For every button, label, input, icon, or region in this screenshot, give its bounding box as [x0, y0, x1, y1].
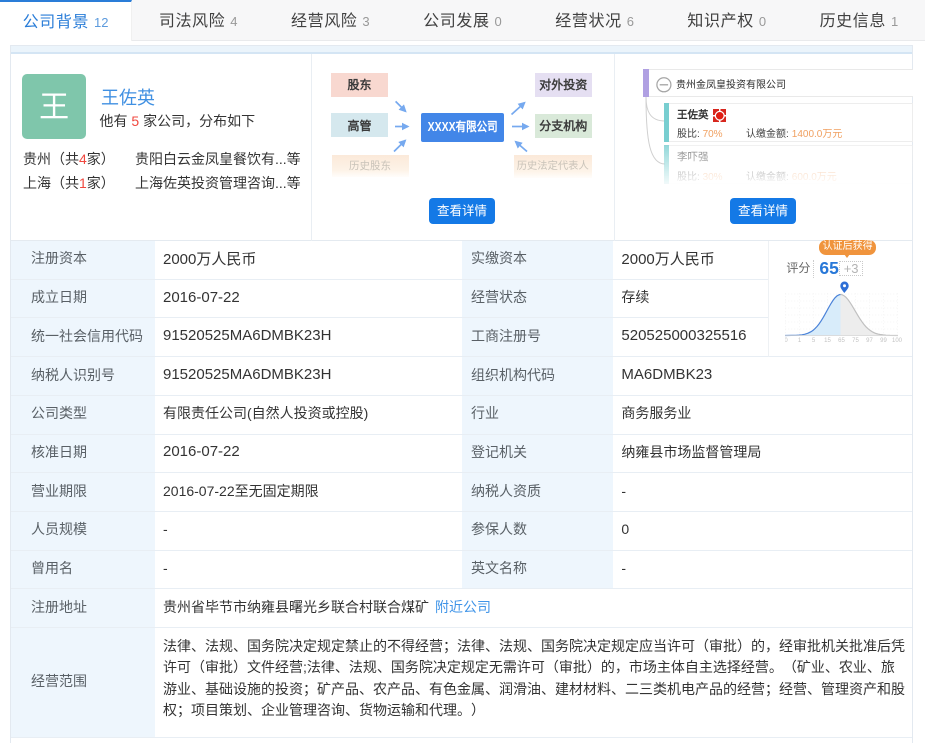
- svg-text:1: 1: [798, 338, 802, 344]
- svg-text:100: 100: [892, 338, 903, 344]
- svg-text:99: 99: [881, 338, 888, 344]
- svg-text:5: 5: [812, 338, 816, 344]
- svg-text:97: 97: [867, 338, 874, 344]
- svg-text:15: 15: [825, 338, 832, 344]
- svg-text:0: 0: [785, 338, 788, 344]
- svg-text:65: 65: [839, 338, 846, 344]
- svg-text:75: 75: [853, 338, 860, 344]
